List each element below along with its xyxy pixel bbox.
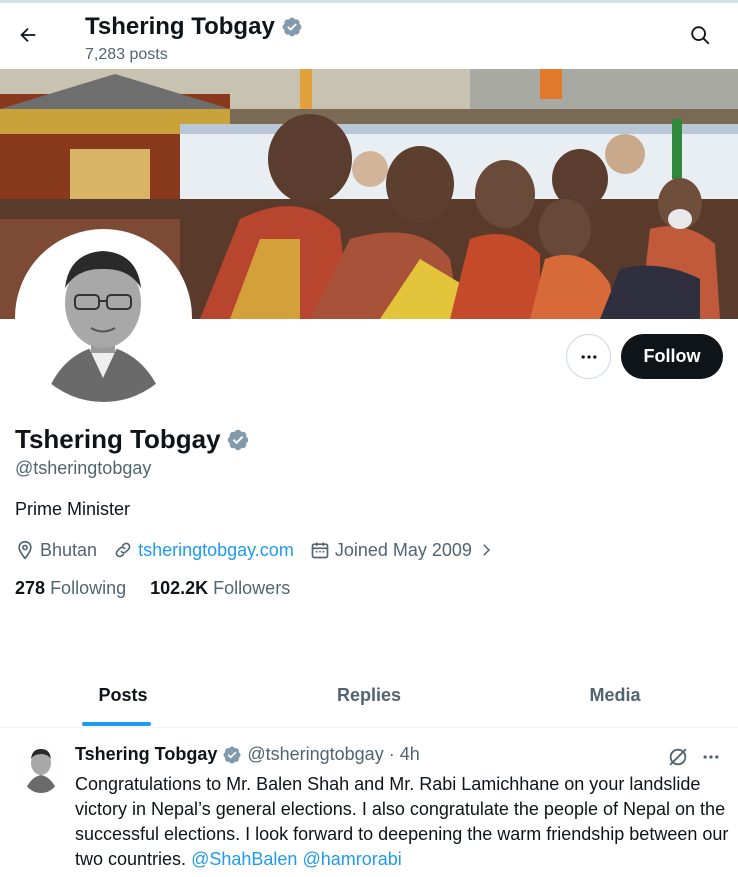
location-item: Bhutan bbox=[15, 540, 97, 561]
header-name-text: Tshering Tobgay bbox=[85, 13, 275, 40]
profile-stats: 278 Following 102.2K Followers bbox=[15, 578, 290, 599]
profile-bio: Prime Minister bbox=[15, 499, 131, 519]
back-button[interactable] bbox=[10, 17, 46, 53]
grok-icon bbox=[669, 748, 687, 766]
followers-count: 102.2K bbox=[150, 578, 209, 598]
joined-item[interactable]: Joined May 2009 bbox=[310, 540, 495, 561]
profile-handle: @tsheringtobgay bbox=[15, 458, 152, 478]
followers-label: Followers bbox=[213, 578, 291, 598]
profile-display-name: Tshering Tobgay bbox=[15, 424, 250, 455]
following-count: 278 bbox=[15, 578, 46, 598]
tab-media[interactable]: Media bbox=[492, 664, 738, 727]
search-button[interactable] bbox=[682, 17, 718, 53]
following-label: Following bbox=[50, 578, 127, 598]
verified-badge-icon[interactable] bbox=[226, 428, 250, 452]
following-link[interactable]: 278 Following bbox=[15, 578, 126, 599]
joined-text: Joined May 2009 bbox=[334, 539, 472, 560]
follow-button[interactable]: Follow bbox=[621, 334, 723, 379]
post-time[interactable]: 4h bbox=[400, 744, 420, 765]
profile-meta: Bhutan tsheringtobgay.com Joined May 200… bbox=[15, 538, 511, 562]
post-text: Congratulations to Mr. Balen Shah and Mr… bbox=[75, 772, 730, 872]
post-header: Tshering Tobgay @tsheringtobgay · 4h bbox=[75, 744, 420, 765]
more-horizontal-icon bbox=[581, 354, 596, 359]
post-separator: · bbox=[388, 744, 395, 764]
tab-replies[interactable]: Replies bbox=[246, 664, 492, 727]
posts-count: 7,283 posts bbox=[85, 46, 168, 63]
display-name-text: Tshering Tobgay bbox=[15, 424, 221, 454]
post-item[interactable]: Tshering Tobgay @tsheringtobgay · 4h Con… bbox=[0, 729, 738, 877]
post-avatar[interactable] bbox=[20, 743, 62, 793]
chevron-right-icon bbox=[483, 544, 490, 556]
header-title: Tshering Tobgay bbox=[85, 13, 303, 41]
more-options-button[interactable] bbox=[566, 334, 611, 379]
verified-badge-icon bbox=[282, 17, 302, 37]
profile-header-bar: Tshering Tobgay 7,283 posts bbox=[0, 3, 738, 69]
verified-badge-icon bbox=[223, 745, 241, 764]
avatar-image bbox=[19, 233, 188, 402]
tab-posts[interactable]: Posts bbox=[0, 664, 246, 727]
post-more-button[interactable] bbox=[698, 744, 724, 770]
mention-hamrorabi[interactable]: @hamrorabi bbox=[302, 849, 401, 869]
location-pin-icon bbox=[18, 540, 32, 560]
profile-tabs: Posts Replies Media bbox=[0, 664, 738, 728]
post-author-name[interactable]: Tshering Tobgay bbox=[75, 744, 217, 765]
location-text: Bhutan bbox=[40, 539, 98, 560]
calendar-icon bbox=[311, 542, 329, 559]
followers-link[interactable]: 102.2K Followers bbox=[150, 578, 290, 599]
active-tab-indicator bbox=[82, 722, 151, 726]
post-avatar-image bbox=[20, 743, 62, 793]
website-link[interactable]: tsheringtobgay.com bbox=[138, 540, 294, 561]
profile-avatar[interactable] bbox=[15, 229, 192, 406]
post-author-handle[interactable]: @tsheringtobgay bbox=[247, 744, 383, 765]
arrow-left-icon bbox=[20, 27, 36, 43]
more-horizontal-icon bbox=[703, 755, 719, 759]
link-icon bbox=[115, 542, 131, 558]
grok-button[interactable] bbox=[665, 744, 691, 770]
website-item[interactable]: tsheringtobgay.com bbox=[113, 540, 294, 561]
search-icon bbox=[691, 26, 710, 45]
mention-shahbalen[interactable]: @ShahBalen bbox=[191, 849, 297, 869]
